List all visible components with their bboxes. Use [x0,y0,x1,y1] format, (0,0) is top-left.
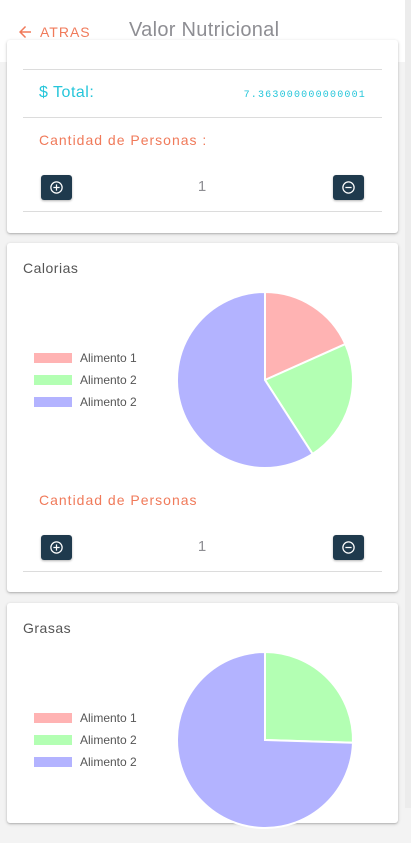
calorias-card: Calorias Alimento 1 Alimento 2 Alimento … [7,243,398,592]
calorias-title: Calorias [23,260,79,276]
legend-item: Alimento 1 [34,707,137,729]
total-label: $ Total: [39,84,95,101]
legend-item: Alimento 2 [34,391,137,413]
legend-item: Alimento 2 [34,369,137,391]
legend-swatch [34,397,72,407]
legend-item: Alimento 2 [34,729,137,751]
legend-item: Alimento 1 [34,347,137,369]
legend-label: Alimento 2 [80,755,137,769]
legend-swatch [34,713,72,723]
grasas-title: Grasas [23,620,72,636]
divider [23,117,382,118]
plus-circle-icon [50,181,63,194]
legend-swatch [34,353,72,363]
grasas-legend: Alimento 1 Alimento 2 Alimento 2 [34,707,137,773]
scrollbar[interactable] [405,0,411,808]
cantidad-personas-label: Cantidad de Personas [39,492,198,508]
page-title: Valor Nutricional [129,19,280,41]
divider [23,571,382,572]
persona-count: 1 [197,178,207,195]
back-button-label: ATRAS [40,24,91,40]
minus-circle-icon [342,181,355,194]
grasas-card: Grasas Alimento 1 Alimento 2 Alimento 2 [7,603,398,829]
legend-label: Alimento 2 [80,733,137,747]
grasas-pie-chart [176,650,354,829]
minus-circle-icon [342,541,355,554]
persona-count: 1 [197,538,207,555]
remove-persona-button[interactable] [333,175,364,200]
divider [23,69,382,70]
legend-label: Alimento 1 [80,351,137,365]
legend-label: Alimento 1 [80,711,137,725]
grasas-pie-slice-2 [264,650,354,744]
arrow-left-icon [19,26,31,38]
total-value: 7.363000000000001 [243,90,366,101]
add-persona-button[interactable] [41,175,72,200]
divider [23,211,382,212]
plus-circle-icon [50,541,63,554]
calorias-pie-chart [176,290,354,469]
legend-label: Alimento 2 [80,395,137,409]
remove-persona-button[interactable] [333,535,364,560]
legend-label: Alimento 2 [80,373,137,387]
legend-swatch [34,757,72,767]
calorias-legend: Alimento 1 Alimento 2 Alimento 2 [34,347,137,413]
cantidad-personas-label: Cantidad de Personas : [39,132,208,148]
legend-item: Alimento 2 [34,751,137,773]
legend-swatch [34,375,72,385]
summary-card: $ Total: 7.363000000000001 Cantidad de P… [7,40,398,233]
legend-swatch [34,735,72,745]
add-persona-button[interactable] [41,535,72,560]
